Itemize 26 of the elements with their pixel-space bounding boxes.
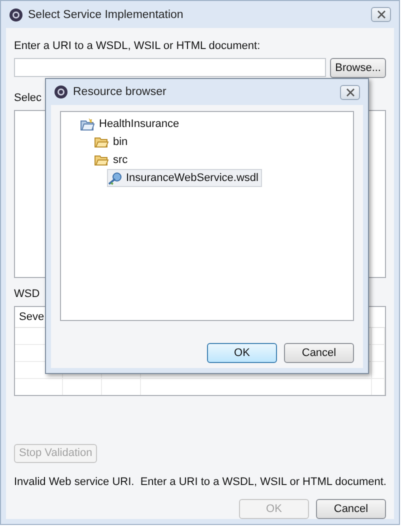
- status-message: Invalid Web service URI. Enter a URI to a WSDL, WSIL or HTML document.: [14, 475, 386, 489]
- cancel-button[interactable]: Cancel: [284, 343, 354, 363]
- ok-button[interactable]: OK: [207, 343, 277, 363]
- close-button[interactable]: [371, 7, 391, 22]
- close-icon: [376, 10, 386, 19]
- app-icon: [9, 8, 23, 22]
- tree-item[interactable]: bin: [93, 133, 132, 151]
- cancel-button[interactable]: Cancel: [316, 499, 386, 519]
- browse-button[interactable]: Browse...: [330, 58, 386, 78]
- wsdl-file-icon: [108, 172, 122, 184]
- dialog-title: Resource browser: [73, 86, 168, 98]
- project-folder-icon: [80, 118, 95, 130]
- folder-icon: [94, 136, 109, 148]
- wsdl-label: WSD: [14, 287, 40, 302]
- close-icon: [346, 88, 354, 96]
- column-header[interactable]: Seve: [19, 311, 44, 324]
- folder-icon: [94, 154, 109, 166]
- select-label: Selec: [14, 91, 42, 105]
- tree-item[interactable]: InsuranceWebService.wsdl: [107, 169, 262, 187]
- window-title: Select Service Implementation: [28, 8, 184, 20]
- uri-label: Enter a URI to a WSDL, WSIL or HTML document:: [14, 39, 260, 53]
- close-button[interactable]: [340, 84, 360, 100]
- tree-item[interactable]: HealthInsurance: [79, 115, 184, 133]
- app-icon: [54, 85, 68, 99]
- uri-field[interactable]: [14, 58, 326, 77]
- tree-item[interactable]: src: [93, 151, 132, 169]
